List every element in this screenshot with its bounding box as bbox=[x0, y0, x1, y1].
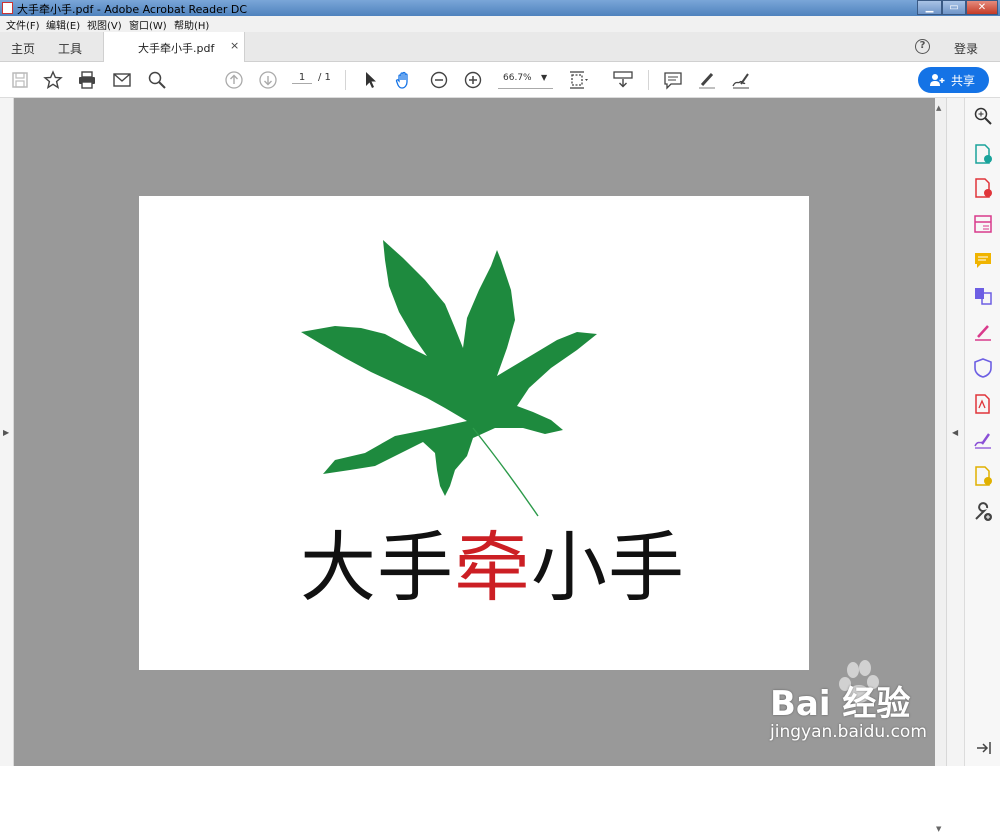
toolbar-divider bbox=[345, 70, 346, 90]
help-icon[interactable]: ? bbox=[915, 39, 930, 54]
acrobat-pdf-icon[interactable] bbox=[973, 394, 993, 414]
menu-help[interactable]: 帮助(H) bbox=[174, 17, 209, 32]
toolbar-divider bbox=[648, 70, 649, 90]
logo-text-part2: 小手 bbox=[531, 523, 685, 612]
edit-pdf-icon[interactable] bbox=[973, 214, 993, 234]
protect-shield-icon[interactable] bbox=[973, 358, 993, 378]
page-number-input[interactable]: 1 bbox=[292, 72, 312, 84]
title-bar: 大手牵小手.pdf - Adobe Acrobat Reader DC ▁ ▭ … bbox=[0, 0, 1000, 16]
search-icon[interactable] bbox=[147, 70, 167, 90]
logo-text: 大手牵小手 bbox=[300, 530, 685, 606]
comment-icon[interactable] bbox=[663, 70, 683, 90]
zoom-level-dropdown[interactable]: 66.7% ▼ bbox=[498, 72, 553, 89]
leaf-shape bbox=[301, 240, 597, 517]
keyboard-scroll-icon[interactable] bbox=[613, 70, 633, 90]
page-total: / 1 bbox=[318, 72, 331, 83]
share-button[interactable]: 共享 bbox=[918, 67, 989, 93]
menu-window[interactable]: 窗口(W) bbox=[129, 17, 167, 32]
zoom-out-icon[interactable] bbox=[429, 70, 449, 90]
zoom-tool-icon[interactable] bbox=[973, 106, 993, 126]
create-pdf-icon[interactable] bbox=[973, 178, 993, 198]
tab-tools[interactable]: 工具 bbox=[58, 40, 82, 57]
fit-page-icon[interactable] bbox=[568, 70, 588, 90]
login-link[interactable]: 登录 bbox=[954, 40, 978, 57]
maple-leaf-logo bbox=[301, 240, 597, 517]
logo-text-part1: 大手 bbox=[300, 523, 454, 612]
toolbar: 1 / 1 66.7% ▼ 共享 bbox=[0, 62, 1000, 98]
highlight-pen-icon[interactable] bbox=[697, 70, 717, 90]
close-window-button[interactable]: ✕ bbox=[966, 0, 998, 15]
add-user-icon bbox=[930, 74, 945, 86]
menu-edit[interactable]: 编辑(E) bbox=[46, 17, 80, 32]
document-tab-label: 大手牵小手.pdf bbox=[138, 42, 215, 55]
send-for-signature-icon[interactable] bbox=[973, 430, 993, 450]
save-icon[interactable] bbox=[10, 70, 30, 90]
previous-page-icon[interactable] bbox=[224, 70, 244, 90]
acrobat-app-icon bbox=[2, 2, 13, 14]
hand-tool-icon[interactable] bbox=[394, 70, 414, 90]
sign-icon[interactable] bbox=[731, 70, 751, 90]
email-icon[interactable] bbox=[112, 70, 132, 90]
menu-bar: 文件(F) 编辑(E) 视图(V) 窗口(W) 帮助(H) bbox=[0, 16, 1000, 32]
scroll-up-icon[interactable]: ▲ bbox=[936, 104, 941, 112]
scroll-down-icon[interactable]: ▼ bbox=[936, 825, 941, 833]
fill-sign-icon[interactable] bbox=[973, 322, 993, 342]
print-icon[interactable] bbox=[77, 70, 97, 90]
chevron-down-icon: ▼ bbox=[541, 73, 548, 82]
select-cursor-icon[interactable] bbox=[361, 70, 381, 90]
tools-pane bbox=[964, 98, 1000, 766]
close-tab-icon[interactable]: × bbox=[230, 39, 239, 52]
logo-text-highlight: 牵 bbox=[454, 523, 531, 612]
watermark-brand: Bai 经验 bbox=[770, 684, 911, 724]
chevron-right-icon: ▶ bbox=[3, 428, 10, 437]
tab-bar: 主页 工具 大手牵小手.pdf × ? 登录 bbox=[0, 32, 1000, 62]
maximize-button[interactable]: ▭ bbox=[942, 0, 966, 15]
expand-panel-icon[interactable] bbox=[973, 738, 993, 758]
zoom-in-icon[interactable] bbox=[463, 70, 483, 90]
watermark-url: jingyan.baidu.com bbox=[770, 722, 927, 742]
next-page-icon[interactable] bbox=[258, 70, 278, 90]
send-file-icon[interactable] bbox=[973, 466, 993, 486]
tab-document[interactable]: 大手牵小手.pdf × bbox=[103, 32, 245, 62]
share-button-label: 共享 bbox=[951, 74, 976, 88]
zoom-level-value: 66.7% bbox=[503, 73, 532, 83]
export-pdf-icon[interactable] bbox=[973, 144, 993, 164]
chevron-left-icon: ◀ bbox=[952, 428, 959, 437]
minimize-button[interactable]: ▁ bbox=[917, 0, 942, 15]
window-title: 大手牵小手.pdf - Adobe Acrobat Reader DC bbox=[17, 3, 248, 16]
more-tools-icon[interactable] bbox=[973, 502, 993, 522]
tab-home[interactable]: 主页 bbox=[11, 40, 35, 57]
combine-files-icon[interactable] bbox=[973, 286, 993, 306]
star-icon[interactable] bbox=[43, 70, 63, 90]
comment-tool-icon[interactable] bbox=[973, 250, 993, 270]
right-panel-collapse-toggle[interactable]: ◀ bbox=[946, 98, 964, 766]
menu-file[interactable]: 文件(F) bbox=[6, 17, 40, 32]
menu-view[interactable]: 视图(V) bbox=[87, 17, 122, 32]
left-panel-toggle[interactable]: ▶ bbox=[0, 98, 14, 766]
